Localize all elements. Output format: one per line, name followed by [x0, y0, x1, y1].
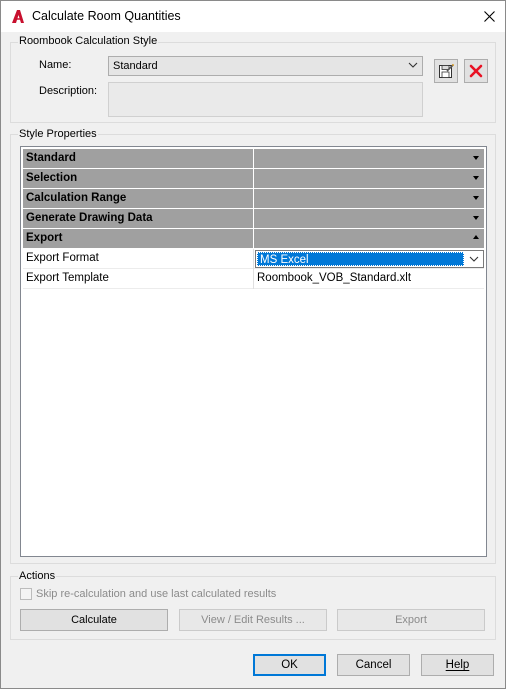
- category-label: Selection: [26, 172, 78, 184]
- autocad-a-icon: [12, 10, 24, 23]
- name-label: Name:: [39, 59, 72, 71]
- export-template-value: Roombook_VOB_Standard.xlt: [257, 272, 412, 284]
- chevron-down-icon: [408, 62, 418, 68]
- close-icon: [484, 11, 495, 22]
- category-export[interactable]: Export: [23, 229, 484, 248]
- expand-arrow-icon: [473, 216, 479, 220]
- actions-group-title: Actions: [18, 570, 57, 582]
- expand-arrow-icon: [473, 176, 479, 180]
- expand-arrow-icon: [473, 196, 479, 200]
- description-field[interactable]: [108, 82, 423, 117]
- skip-recalculation-checkbox[interactable]: [20, 588, 32, 600]
- category-selection[interactable]: Selection: [23, 169, 484, 188]
- category-label: Standard: [26, 152, 76, 164]
- expand-arrow-icon: [473, 156, 479, 160]
- chevron-down-icon: [469, 256, 479, 262]
- help-button[interactable]: Help: [421, 654, 494, 676]
- save-style-button[interactable]: [434, 59, 458, 83]
- description-label: Description:: [39, 85, 98, 97]
- ok-button[interactable]: OK: [253, 654, 326, 676]
- properties-group-title: Style Properties: [18, 128, 98, 140]
- category-label: Calculation Range: [26, 192, 127, 204]
- delete-style-button[interactable]: [464, 59, 488, 83]
- column-divider: [253, 249, 254, 269]
- title-bar: Calculate Room Quantities: [1, 1, 505, 32]
- dialog-window: Calculate Room Quantities Roombook Calcu…: [0, 0, 506, 689]
- column-divider: [253, 149, 254, 168]
- property-row-export-format: Export Format MS Excel: [23, 249, 484, 269]
- help-button-label: Help: [445, 659, 470, 671]
- category-calculation-range[interactable]: Calculation Range: [23, 189, 484, 208]
- style-name-dropdown[interactable]: Standard: [108, 56, 423, 76]
- column-divider: [253, 189, 254, 208]
- export-format-dropdown[interactable]: MS Excel: [255, 250, 484, 268]
- column-divider: [253, 169, 254, 188]
- property-name: Export Template: [26, 272, 109, 284]
- column-divider: [253, 269, 254, 289]
- export-format-value: MS Excel: [257, 252, 464, 266]
- red-x-icon: [469, 64, 483, 78]
- property-grid: Standard Selection Calculation Range Gen…: [20, 146, 487, 557]
- category-label: Generate Drawing Data: [26, 212, 153, 224]
- calculate-button[interactable]: Calculate: [20, 609, 168, 631]
- category-standard[interactable]: Standard: [23, 149, 484, 168]
- close-button[interactable]: [474, 1, 505, 32]
- column-divider: [253, 209, 254, 228]
- style-group-title: Roombook Calculation Style: [18, 35, 159, 47]
- save-edit-icon: [439, 63, 454, 78]
- view-edit-results-button[interactable]: View / Edit Results ...: [179, 609, 327, 631]
- collapse-arrow-icon: [473, 235, 479, 239]
- skip-recalculation-label: Skip re-calculation and use last calcula…: [36, 588, 277, 600]
- window-title: Calculate Room Quantities: [32, 9, 181, 23]
- style-name-value: Standard: [113, 60, 158, 72]
- property-row-export-template[interactable]: Export Template Roombook_VOB_Standard.xl…: [23, 269, 484, 289]
- category-generate-drawing-data[interactable]: Generate Drawing Data: [23, 209, 484, 228]
- property-name: Export Format: [26, 252, 99, 264]
- export-button[interactable]: Export: [337, 609, 485, 631]
- cancel-button[interactable]: Cancel: [337, 654, 410, 676]
- category-label: Export: [26, 232, 63, 244]
- column-divider: [253, 229, 254, 248]
